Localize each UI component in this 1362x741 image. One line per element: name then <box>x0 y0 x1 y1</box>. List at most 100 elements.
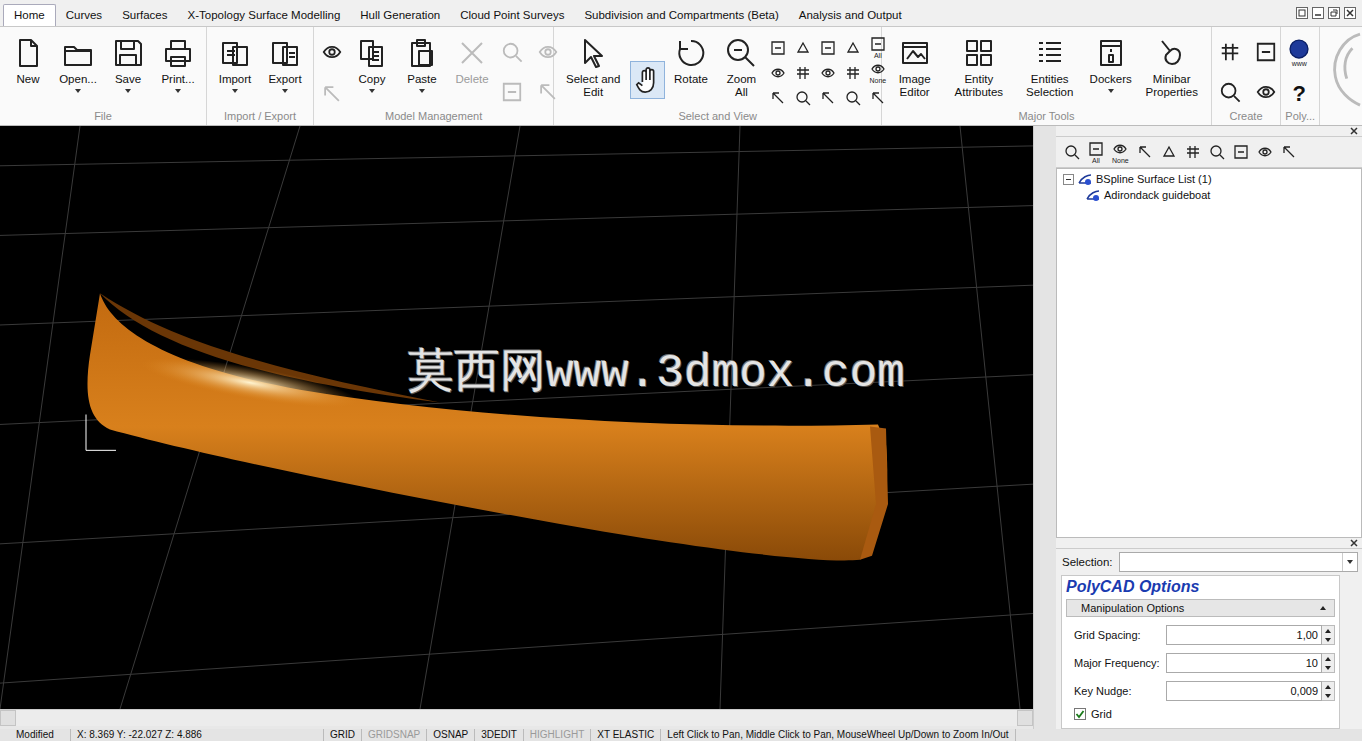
window-control-icon[interactable] <box>1312 7 1324 19</box>
number-input[interactable]: 0,009 <box>1166 681 1322 701</box>
ribbon: New Open... Save Print... File Import Ex… <box>0 27 1362 126</box>
tool-icon <box>1209 144 1225 160</box>
close-icon[interactable] <box>1350 539 1358 547</box>
ribbon-tab[interactable]: Analysis and Output <box>789 5 912 26</box>
close-icon[interactable] <box>1350 127 1358 135</box>
ribbon-button[interactable]: Print... <box>154 35 202 95</box>
small-button[interactable] <box>793 87 813 108</box>
number-input[interactable]: 1,00 <box>1166 625 1322 645</box>
ribbon-button[interactable]: Paste <box>398 35 446 95</box>
toolbar-button[interactable]: None <box>1112 141 1129 164</box>
ribbon-button[interactable]: Select and Edit <box>558 35 628 101</box>
ribbon-tab[interactable]: Surfaces <box>112 5 177 26</box>
pan-toggle-button[interactable] <box>630 61 665 99</box>
tool-icon <box>870 90 886 106</box>
ribbon-tab[interactable]: X-Topology Surface Modelling <box>178 5 351 26</box>
small-button[interactable] <box>868 87 888 108</box>
ribbon-button[interactable]: Delete <box>448 35 496 88</box>
status-item: GRIDSNAP <box>362 729 427 741</box>
toolbar-button[interactable] <box>1257 144 1273 160</box>
ribbon-tab[interactable]: Curves <box>56 5 112 26</box>
tool-icon <box>62 37 94 69</box>
small-button[interactable]: None <box>868 62 888 83</box>
small-button[interactable] <box>768 37 788 58</box>
tool-icon <box>1257 144 1273 160</box>
selection-dropdown[interactable] <box>1119 552 1358 572</box>
status-bar: ModifiedX: 8.369 Y: -22.027 Z: 4.886GRID… <box>0 729 1362 741</box>
tool-icon <box>675 37 707 69</box>
small-button[interactable] <box>318 79 346 109</box>
ribbon-tab[interactable]: Cloud Point Surveys <box>450 5 574 26</box>
option-field: Grid Spacing: 1,00 <box>1066 621 1335 649</box>
small-button[interactable] <box>768 87 788 108</box>
small-button[interactable] <box>768 62 788 83</box>
ribbon-button[interactable]: Entities Selection <box>1015 35 1085 101</box>
small-button[interactable] <box>818 87 838 108</box>
dropdown-arrow-icon <box>282 89 288 93</box>
small-button[interactable]: ? <box>1285 79 1313 109</box>
ribbon-button[interactable]: Entity Attributes <box>945 35 1013 101</box>
window-control-icon[interactable] <box>1328 7 1340 19</box>
expander-icon[interactable] <box>1063 174 1074 185</box>
tool-icon <box>1095 37 1127 69</box>
ribbon-button[interactable]: Rotate <box>667 35 715 88</box>
horizontal-scrollbar[interactable] <box>0 709 1033 726</box>
window-control-icon[interactable] <box>1296 7 1308 19</box>
number-input[interactable]: 10 <box>1166 653 1322 673</box>
option-checkbox[interactable]: Grid <box>1066 705 1335 723</box>
ribbon-button[interactable]: New <box>4 35 52 88</box>
toolbar-button[interactable] <box>1209 144 1225 160</box>
small-button[interactable] <box>818 62 838 83</box>
tool-icon <box>1156 37 1188 69</box>
ribbon-tab[interactable]: Hull Generation <box>350 5 450 26</box>
ribbon-button[interactable]: Open... <box>54 35 102 95</box>
small-button[interactable] <box>534 77 562 107</box>
toolbar-button[interactable] <box>1233 144 1249 160</box>
small-button[interactable] <box>318 37 346 67</box>
small-button[interactable] <box>1216 77 1244 107</box>
toolbar-button[interactable] <box>1185 144 1201 160</box>
tree-item[interactable]: Adirondack guideboat <box>1057 187 1361 203</box>
small-button[interactable] <box>818 37 838 58</box>
window-control-icon[interactable] <box>1344 7 1356 19</box>
ribbon-button[interactable]: Save <box>104 35 152 95</box>
ribbon-button[interactable]: Import <box>211 35 259 95</box>
toolbar-button[interactable] <box>1161 144 1177 160</box>
small-button[interactable] <box>1216 37 1244 67</box>
ribbon-button[interactable]: Image Editor <box>886 35 943 101</box>
tool-icon <box>795 40 811 56</box>
tree-item[interactable]: BSpline Surface List (1) <box>1057 171 1361 187</box>
3d-viewport[interactable]: 莫西网www.3dmox.com <box>0 126 1033 709</box>
ribbon-button[interactable]: Zoom All <box>717 35 766 101</box>
status-item: OSNAP <box>427 729 475 741</box>
small-button[interactable] <box>843 87 863 108</box>
ribbon-button[interactable]: Export <box>261 35 309 95</box>
tool-icon <box>1034 37 1066 69</box>
ribbon-button[interactable]: Dockers <box>1087 35 1135 95</box>
small-button[interactable]: All <box>868 37 888 58</box>
small-button[interactable] <box>793 37 813 58</box>
toolbar-button[interactable] <box>1281 144 1297 160</box>
ribbon-tab[interactable]: Subdivision and Compartments (Beta) <box>574 5 788 26</box>
ribbon-tab[interactable]: Home <box>3 4 56 26</box>
tool-icon <box>845 90 861 106</box>
small-button[interactable] <box>498 37 526 67</box>
ribbon-button[interactable]: Minibar Properties <box>1137 35 1207 101</box>
small-button[interactable] <box>843 37 863 58</box>
small-button[interactable] <box>534 37 562 67</box>
section-header[interactable]: Manipulation Options <box>1066 599 1335 617</box>
status-item: XT ELASTIC <box>591 729 661 741</box>
small-button[interactable] <box>498 77 526 107</box>
small-button[interactable] <box>1252 37 1280 67</box>
small-button[interactable] <box>793 62 813 83</box>
spin-button[interactable] <box>1322 653 1335 673</box>
ribbon-button[interactable]: Copy <box>348 35 396 95</box>
toolbar-button[interactable] <box>1064 144 1080 160</box>
toolbar-button[interactable] <box>1137 144 1153 160</box>
spin-button[interactable] <box>1322 625 1335 645</box>
toolbar-button[interactable]: All <box>1088 141 1104 164</box>
small-button[interactable]: www <box>1285 37 1313 67</box>
small-button[interactable] <box>843 62 863 83</box>
spin-button[interactable] <box>1322 681 1335 701</box>
small-button[interactable] <box>1252 77 1280 107</box>
